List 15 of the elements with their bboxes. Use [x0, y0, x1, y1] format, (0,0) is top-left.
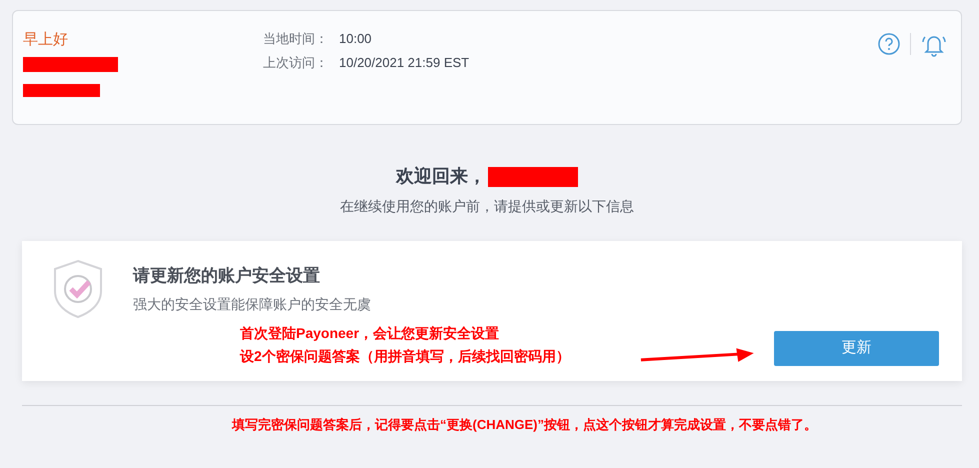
annotation-text: 填写完密保问题答案后，记得要点击“更换(CHANGE)”按钮，点这个按钮才算完成设置，不要点错了。: [232, 417, 817, 432]
arrow-icon: [638, 348, 756, 364]
info-label: 上次访问：: [263, 54, 329, 72]
info-value: 10:00: [339, 30, 372, 48]
card-description: 强大的安全设置能保障账户的安全无虞: [133, 295, 371, 314]
card-title: 请更新您的账户安全设置: [133, 264, 321, 287]
welcome-subtitle: 在继续使用您的账户前，请提供或更新以下信息: [340, 197, 634, 216]
update-button[interactable]: 更新: [774, 331, 939, 366]
annotation-text: 设2个密保问题答案（用拼音填写，后续找回密码用）: [240, 347, 571, 366]
help-icon[interactable]: [878, 33, 900, 55]
info-label: 当地时间：: [263, 30, 329, 48]
greeting-text: 早上好: [23, 30, 68, 50]
welcome-title: 欢迎回来，: [396, 165, 486, 188]
annotation-text: 首次登陆Payoneer，会让您更新安全设置: [240, 324, 500, 343]
info-value: 10/20/2021 21:59 EST: [339, 54, 470, 72]
